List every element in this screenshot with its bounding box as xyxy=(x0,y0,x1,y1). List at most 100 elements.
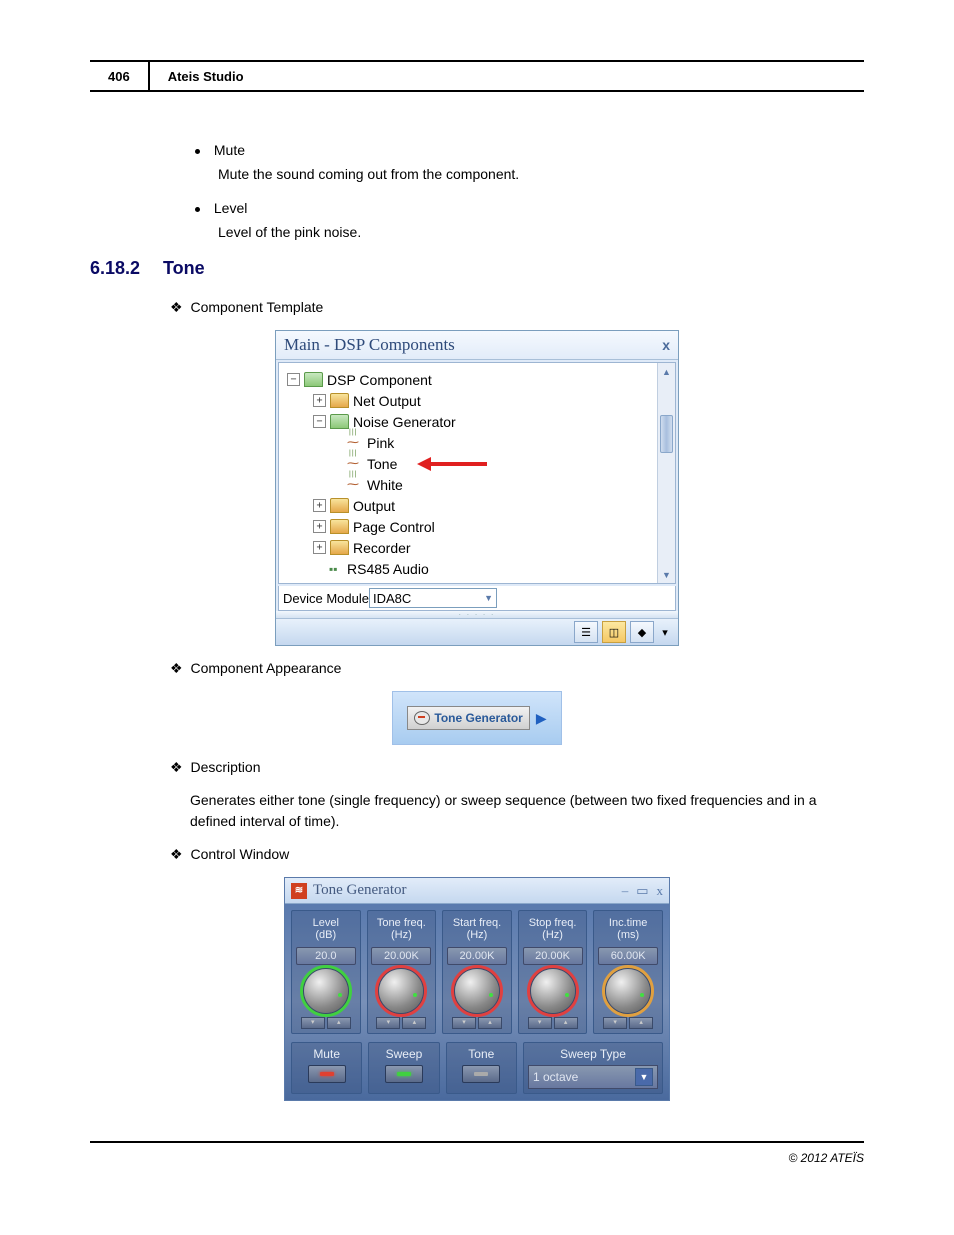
dec-button[interactable]: ▾ xyxy=(376,1017,400,1029)
knob-stopfreq-value[interactable]: 20.00K xyxy=(523,947,583,965)
chevron-down-icon[interactable]: ▼ xyxy=(635,1068,653,1086)
tone-generator-block[interactable]: Tone Generator xyxy=(407,706,529,730)
knob-tonefreq-dial[interactable] xyxy=(379,969,423,1013)
mute-control: Mute xyxy=(291,1042,362,1094)
output-pin-icon[interactable]: ▶ xyxy=(536,710,547,727)
bullet-label: Mute xyxy=(214,142,245,158)
knob-start-freq: Start freq. (Hz) 20.00K ▾ ▴ xyxy=(442,910,512,1034)
knob-inctime-dial[interactable] xyxy=(606,969,650,1013)
oscillator-icon xyxy=(414,711,430,725)
tree-root[interactable]: − DSP Component xyxy=(283,369,671,390)
scrollbar[interactable]: ▲ ▼ xyxy=(657,363,675,583)
splitter-grip[interactable]: · · · · · xyxy=(276,611,678,618)
scroll-thumb[interactable] xyxy=(660,415,673,453)
toolbar-btn-1[interactable]: ☰ xyxy=(574,621,598,643)
close-icon[interactable]: x xyxy=(657,883,664,899)
collapse-icon[interactable]: − xyxy=(313,415,326,428)
chevron-down-icon: ▼ xyxy=(484,593,493,603)
knob-stop-freq: Stop freq. (Hz) 20.00K ▾ ▴ xyxy=(518,910,588,1034)
tree-noise-gen[interactable]: − Noise Generator xyxy=(283,411,671,432)
toolbar-dropdown[interactable]: ▾ xyxy=(658,622,672,642)
expand-icon[interactable]: + xyxy=(313,499,326,512)
page-footer: © 2012 ATEÏS xyxy=(90,1141,864,1165)
sweep-button[interactable] xyxy=(385,1065,423,1083)
close-icon[interactable]: x xyxy=(662,337,670,353)
tree-recorder[interactable]: + Recorder xyxy=(283,537,671,558)
knob-tonefreq-value[interactable]: 20.00K xyxy=(371,947,431,965)
dec-button[interactable]: ▾ xyxy=(301,1017,325,1029)
dsp-bottom-toolbar: ☰ ◫ ◆ ▾ xyxy=(276,618,678,645)
dec-button[interactable]: ▾ xyxy=(528,1017,552,1029)
heading-control: ❖ Control Window xyxy=(170,846,864,863)
dsp-tree[interactable]: − DSP Component + Net Output − Noise Gen… xyxy=(278,362,676,584)
toolbar-btn-3[interactable]: ◆ xyxy=(630,621,654,643)
sweep-type-select[interactable]: 1 octave ▼ xyxy=(528,1065,658,1089)
sweep-type-control: Sweep Type 1 octave ▼ xyxy=(523,1042,663,1094)
knob-tone-freq: Tone freq. (Hz) 20.00K ▾ ▴ xyxy=(367,910,437,1034)
section-number: 6.18.2 xyxy=(90,258,158,279)
diamond-icon: ❖ xyxy=(170,759,183,776)
collapse-icon[interactable]: − xyxy=(287,373,300,386)
folder-open-icon xyxy=(304,372,323,387)
heading-description: ❖ Description xyxy=(170,759,864,776)
expand-icon[interactable]: + xyxy=(313,520,326,533)
mute-button[interactable] xyxy=(308,1065,346,1083)
knob-startfreq-value[interactable]: 20.00K xyxy=(447,947,507,965)
dec-button[interactable]: ▾ xyxy=(603,1017,627,1029)
bullet-icon xyxy=(195,149,200,154)
folder-icon xyxy=(330,519,349,534)
maximize-icon[interactable]: ▭ xyxy=(636,883,648,899)
section-title: Tone xyxy=(163,258,205,278)
wave-icon xyxy=(347,479,363,491)
knob-inctime-value[interactable]: 60.00K xyxy=(598,947,658,965)
tree-tone[interactable]: Tone xyxy=(283,453,671,474)
control-titlebar: ≋ Tone Generator – ▭ x xyxy=(285,878,669,904)
tree-output[interactable]: + Output xyxy=(283,495,671,516)
device-module-select[interactable]: IDA8C ▼ xyxy=(369,588,497,608)
tone-button[interactable] xyxy=(462,1065,500,1083)
tree-rs485[interactable]: ▪▪ RS485 Audio xyxy=(283,558,671,579)
section-heading: 6.18.2 Tone xyxy=(90,258,864,279)
folder-icon xyxy=(330,498,349,513)
dsp-panel-title: Main - DSP Components xyxy=(284,335,455,355)
inc-button[interactable]: ▴ xyxy=(478,1017,502,1029)
inc-button[interactable]: ▴ xyxy=(402,1017,426,1029)
page-header: 406 Ateis Studio xyxy=(90,60,864,92)
folder-open-icon xyxy=(330,414,349,429)
knob-level-value[interactable]: 20.0 xyxy=(296,947,356,965)
scroll-up-icon[interactable]: ▲ xyxy=(658,363,675,380)
inc-button[interactable]: ▴ xyxy=(629,1017,653,1029)
knob-startfreq-dial[interactable] xyxy=(455,969,499,1013)
wave-icon xyxy=(347,458,363,470)
tone-generator-component[interactable]: Tone Generator ▶ xyxy=(392,691,561,745)
heading-appearance: ❖ Component Appearance xyxy=(170,660,864,677)
expand-icon[interactable]: + xyxy=(313,541,326,554)
tree-page-control[interactable]: + Page Control xyxy=(283,516,671,537)
bullet-mute: Mute xyxy=(195,142,864,158)
knob-stopfreq-dial[interactable] xyxy=(531,969,575,1013)
knob-level-dial[interactable] xyxy=(304,969,348,1013)
bullet-label: Level xyxy=(214,200,247,216)
red-arrow-icon xyxy=(417,458,487,470)
folder-icon xyxy=(330,393,349,408)
diamond-icon: ❖ xyxy=(170,660,183,677)
description-text: Generates either tone (single frequency)… xyxy=(190,790,864,832)
bullet-mute-desc: Mute the sound coming out from the compo… xyxy=(218,166,864,182)
inc-button[interactable]: ▴ xyxy=(554,1017,578,1029)
tree-net-output[interactable]: + Net Output xyxy=(283,390,671,411)
diamond-icon: ❖ xyxy=(170,299,183,316)
device-module-row: Device Module IDA8C ▼ xyxy=(278,586,676,611)
toolbar-btn-2[interactable]: ◫ xyxy=(602,621,626,643)
window-icon: ≋ xyxy=(291,883,307,899)
dec-button[interactable]: ▾ xyxy=(452,1017,476,1029)
inc-button[interactable]: ▴ xyxy=(327,1017,351,1029)
minimize-icon[interactable]: – xyxy=(622,883,629,899)
tree-pink[interactable]: Pink xyxy=(283,432,671,453)
tone-generator-control-window: ≋ Tone Generator – ▭ x Level (dB) 20.0 xyxy=(284,877,670,1101)
expand-icon[interactable]: + xyxy=(313,394,326,407)
tree-white[interactable]: White xyxy=(283,474,671,495)
scroll-down-icon[interactable]: ▼ xyxy=(658,566,675,583)
page-number: 406 xyxy=(90,62,150,90)
wave-icon xyxy=(347,437,363,449)
control-body: Level (dB) 20.0 ▾ ▴ Tone freq. (Hz) 20.0… xyxy=(285,904,669,1100)
